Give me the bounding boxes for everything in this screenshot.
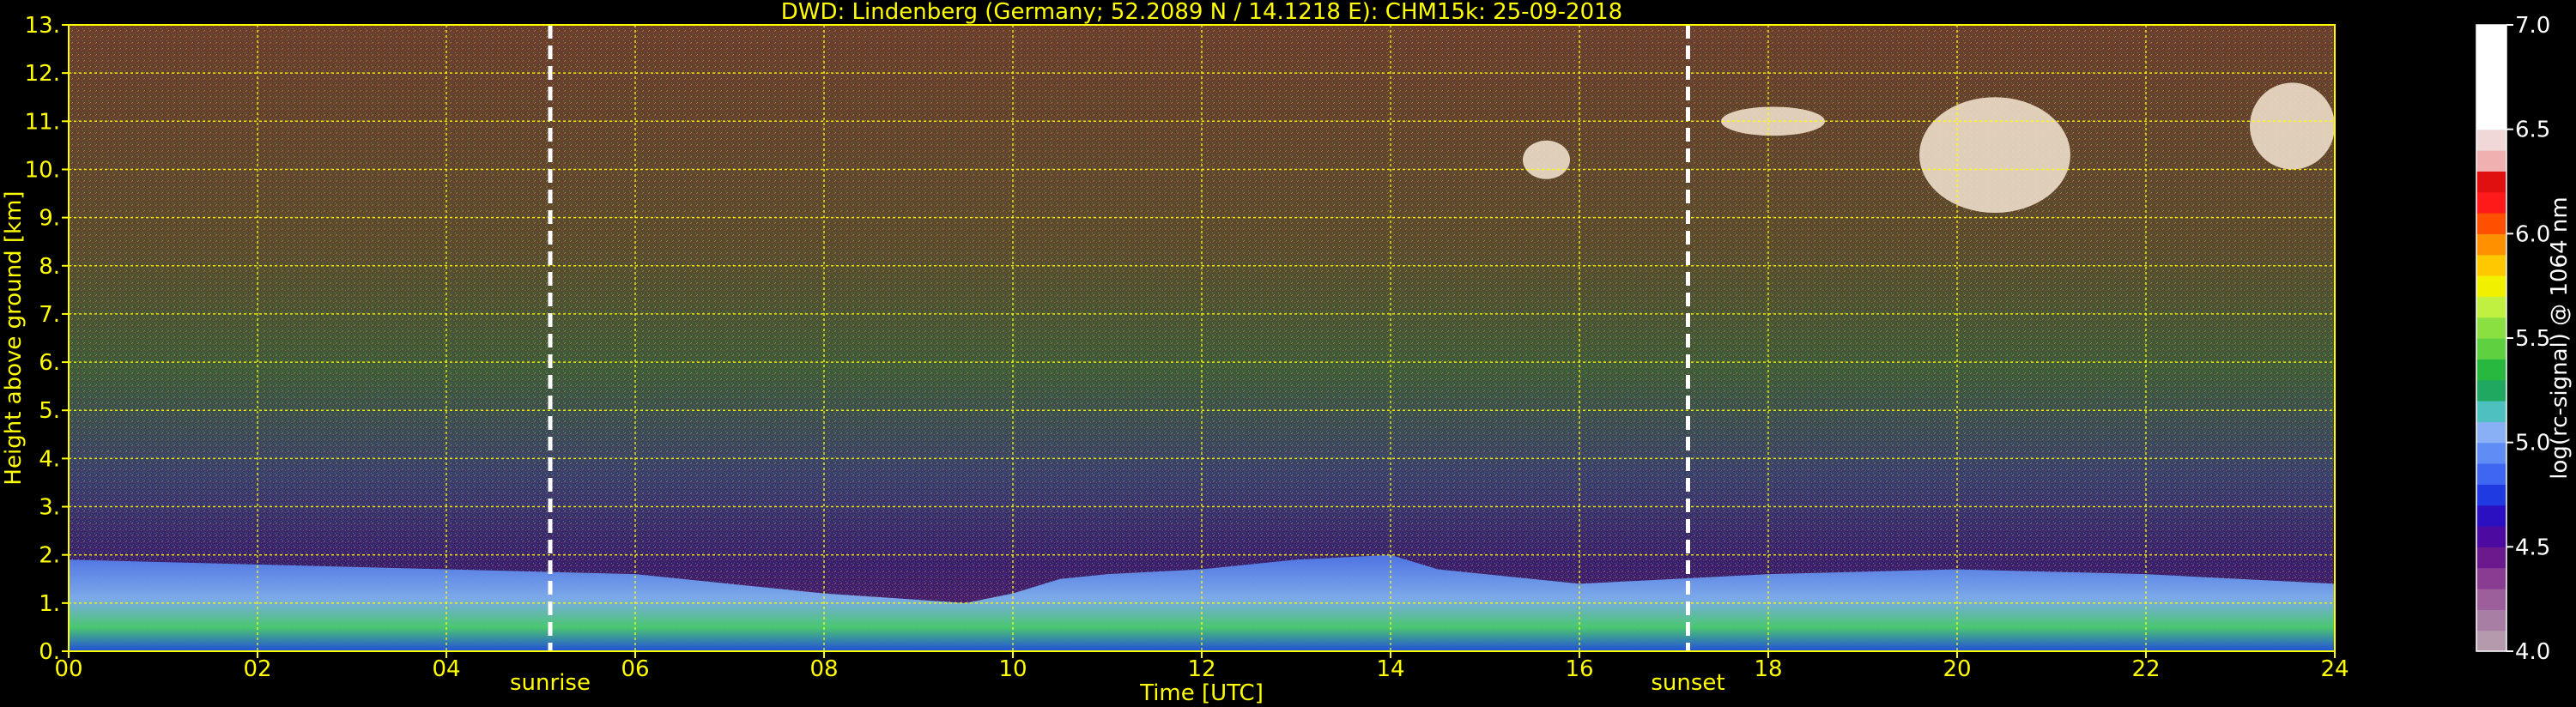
colorbar-segment bbox=[2476, 191, 2506, 214]
colorbar-segment bbox=[2476, 66, 2506, 88]
x-tick-label: 16 bbox=[1565, 656, 1593, 682]
colorbar-segment bbox=[2476, 567, 2506, 589]
y-tick-label: 12. bbox=[25, 61, 60, 87]
colorbar-tick-label: 5.0 bbox=[2515, 431, 2550, 456]
colorbar-segment bbox=[2476, 526, 2506, 547]
colorbar-segment bbox=[2476, 171, 2506, 193]
sunrise-label: sunrise bbox=[510, 670, 591, 696]
y-tick-label: 5. bbox=[39, 398, 60, 424]
y-axis-label: Height above ground [km] bbox=[1, 190, 27, 485]
y-tick-label: 3. bbox=[39, 495, 60, 521]
x-tick-label: 04 bbox=[432, 656, 460, 682]
x-axis-label: Time [UTC] bbox=[1139, 680, 1264, 706]
x-tick-label: 22 bbox=[2131, 656, 2160, 682]
x-tick-label: 24 bbox=[2320, 656, 2349, 682]
colorbar-segment bbox=[2476, 589, 2506, 610]
colorbar-segment bbox=[2476, 296, 2506, 318]
y-tick-label: 2. bbox=[39, 543, 60, 569]
colorbar-segment bbox=[2476, 25, 2506, 46]
x-tick-label: 14 bbox=[1376, 656, 1404, 682]
colorbar-segment bbox=[2476, 379, 2506, 402]
y-tick-label: 11. bbox=[25, 109, 60, 135]
colorbar-segment bbox=[2476, 484, 2506, 506]
x-tick-label: 12 bbox=[1187, 656, 1215, 682]
x-axis: 00 02 04 06 08 10 12 14 16 18 20 22 24 bbox=[54, 651, 2349, 682]
y-tick-label: 4. bbox=[39, 446, 60, 472]
colorbar-tick-label: 4.0 bbox=[2515, 639, 2550, 665]
colorbar-segment bbox=[2476, 45, 2506, 68]
colorbar-segment bbox=[2476, 129, 2506, 151]
cloud-0 bbox=[1523, 140, 1570, 179]
colorbar-segment bbox=[2476, 108, 2506, 130]
x-tick-label: 00 bbox=[54, 656, 82, 682]
colorbar-segment bbox=[2476, 547, 2506, 569]
plot-area: sunrise sunset bbox=[68, 24, 2336, 696]
y-tick-label: 6. bbox=[39, 350, 60, 376]
x-tick-label: 02 bbox=[243, 656, 271, 682]
cloud-3 bbox=[2250, 82, 2335, 170]
colorbar-tick-label: 6.5 bbox=[2515, 118, 2550, 143]
colorbar-tick-label: 4.5 bbox=[2515, 535, 2550, 560]
y-tick-label: 8. bbox=[39, 254, 60, 280]
colorbar-segment bbox=[2476, 442, 2506, 464]
chart-title: DWD: Lindenberg (Germany; 52.2089 N / 14… bbox=[781, 0, 1622, 25]
y-tick-label: 13. bbox=[25, 13, 60, 39]
colorbar-tick-label: 7.0 bbox=[2515, 13, 2550, 39]
colorbar-segment bbox=[2476, 505, 2506, 527]
colorbar-tick-label: 5.5 bbox=[2515, 326, 2550, 352]
colorbar-segment bbox=[2476, 421, 2506, 444]
colorbar-segment bbox=[2476, 88, 2506, 109]
colorbar-segment bbox=[2476, 213, 2506, 234]
x-tick-label: 10 bbox=[998, 656, 1027, 682]
y-tick-label: 1. bbox=[39, 591, 60, 617]
x-tick-label: 06 bbox=[621, 656, 649, 682]
y-tick-label: 9. bbox=[39, 206, 60, 232]
y-axis: 0.1.2.3.4.5.6.7.8.9.10.11.12.13. bbox=[25, 13, 69, 665]
colorbar: 4.0 4.5 5.0 5.5 6.0 6.5 7.0 bbox=[2476, 13, 2550, 665]
x-tick-label: 20 bbox=[1943, 656, 1971, 682]
colorbar-segment bbox=[2476, 254, 2506, 276]
colorbar-segment bbox=[2476, 317, 2506, 339]
colorbar-segment bbox=[2476, 338, 2506, 360]
y-tick-label: 7. bbox=[39, 302, 60, 328]
colorbar-segment bbox=[2476, 275, 2506, 297]
sunset-label: sunset bbox=[1651, 670, 1724, 696]
colorbar-segment bbox=[2476, 233, 2506, 256]
y-tick-label: 10. bbox=[25, 157, 60, 183]
colorbar-segment bbox=[2476, 630, 2506, 652]
colorbar-label: log(rc-signal) @ 1064 nm bbox=[2547, 196, 2573, 479]
colorbar-segment bbox=[2476, 401, 2506, 422]
x-tick-label: 18 bbox=[1754, 656, 1782, 682]
cloud-1 bbox=[1721, 106, 1825, 136]
colorbar-segment bbox=[2476, 463, 2506, 485]
colorbar-segment bbox=[2476, 359, 2506, 381]
lidar-backscatter-chart: sunrise sunset 0.1.2.3.4.5.6.7.8.9.10.11.… bbox=[1, 0, 2573, 706]
colorbar-tick-label: 6.0 bbox=[2515, 221, 2550, 247]
colorbar-segment bbox=[2476, 150, 2506, 172]
cloud-2 bbox=[1919, 97, 2070, 213]
colorbar-segment bbox=[2476, 609, 2506, 631]
x-tick-label: 08 bbox=[809, 656, 838, 682]
